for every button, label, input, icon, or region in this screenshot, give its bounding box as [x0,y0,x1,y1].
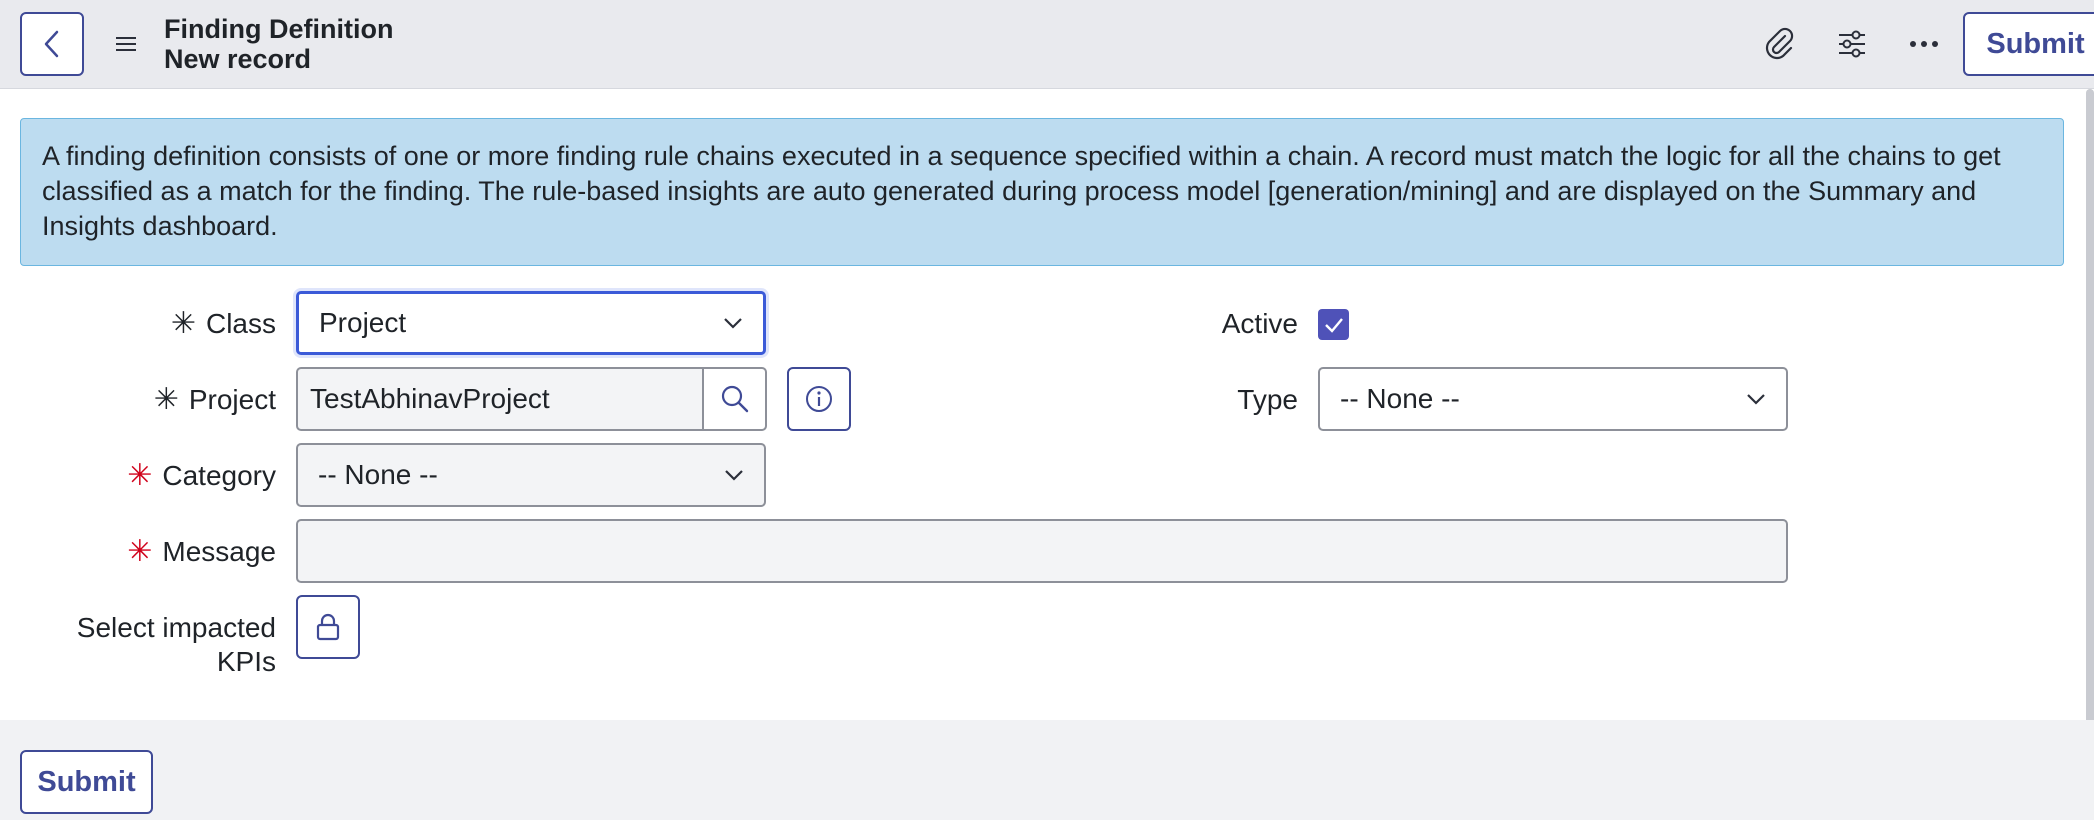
search-icon [721,385,748,413]
class-label: ✳ Class [170,307,276,340]
record-type-title: Finding Definition [164,14,394,44]
category-label: ✳ Category [127,459,276,492]
project-reference-input[interactable]: TestAbhinavProject [296,367,704,431]
submit-button-footer[interactable]: Submit [20,750,153,814]
hamburger-menu-icon[interactable] [108,26,144,62]
sliders-icon[interactable] [1832,24,1872,64]
required-marker: ✳ [127,535,153,568]
paperclip-icon[interactable] [1759,24,1799,64]
lock-icon [316,613,340,641]
impacted-kpis-unlock-button[interactable] [296,595,360,659]
message-input[interactable] [296,519,1788,583]
form-header: Finding Definition New record Submit [0,0,2094,89]
form-footer [0,720,2094,820]
record-subtitle: New record [164,44,312,74]
class-value: Project [319,307,407,338]
chevron-down-icon [724,318,742,329]
project-lookup-button[interactable] [703,367,767,431]
type-value: -- None -- [1340,383,1460,414]
required-marker: ✳ [127,459,153,492]
chevron-left-icon [44,30,59,58]
class-select[interactable]: Project [296,291,766,355]
back-button[interactable] [20,12,84,76]
submit-button-header[interactable]: Submit [1963,12,2094,76]
active-checkbox[interactable] [1318,309,1349,340]
project-value: TestAbhinavProject [310,383,550,414]
required-marker: ✳ [170,307,196,340]
required-marker: ✳ [153,383,179,416]
chevron-down-icon [1747,394,1765,405]
type-select[interactable]: -- None -- [1318,367,1788,431]
category-select[interactable]: -- None -- [296,443,766,507]
checkmark-icon [1324,317,1343,333]
impacted-kpis-label: Select impacted KPIs [76,612,276,677]
ellipsis-icon[interactable] [1904,24,1944,64]
project-label: ✳ Project [153,383,276,416]
message-label: ✳ Message [127,535,276,568]
active-label: Active [1221,308,1298,339]
category-value: -- None -- [318,459,438,490]
project-info-button[interactable] [787,367,851,431]
info-icon [806,386,832,412]
scrollbar[interactable] [2086,89,2094,729]
type-label: Type [1237,384,1298,415]
page-title: Finding Definition New record [164,14,393,74]
chevron-down-icon [725,470,743,481]
info-banner: A finding definition consists of one or … [20,118,2064,266]
